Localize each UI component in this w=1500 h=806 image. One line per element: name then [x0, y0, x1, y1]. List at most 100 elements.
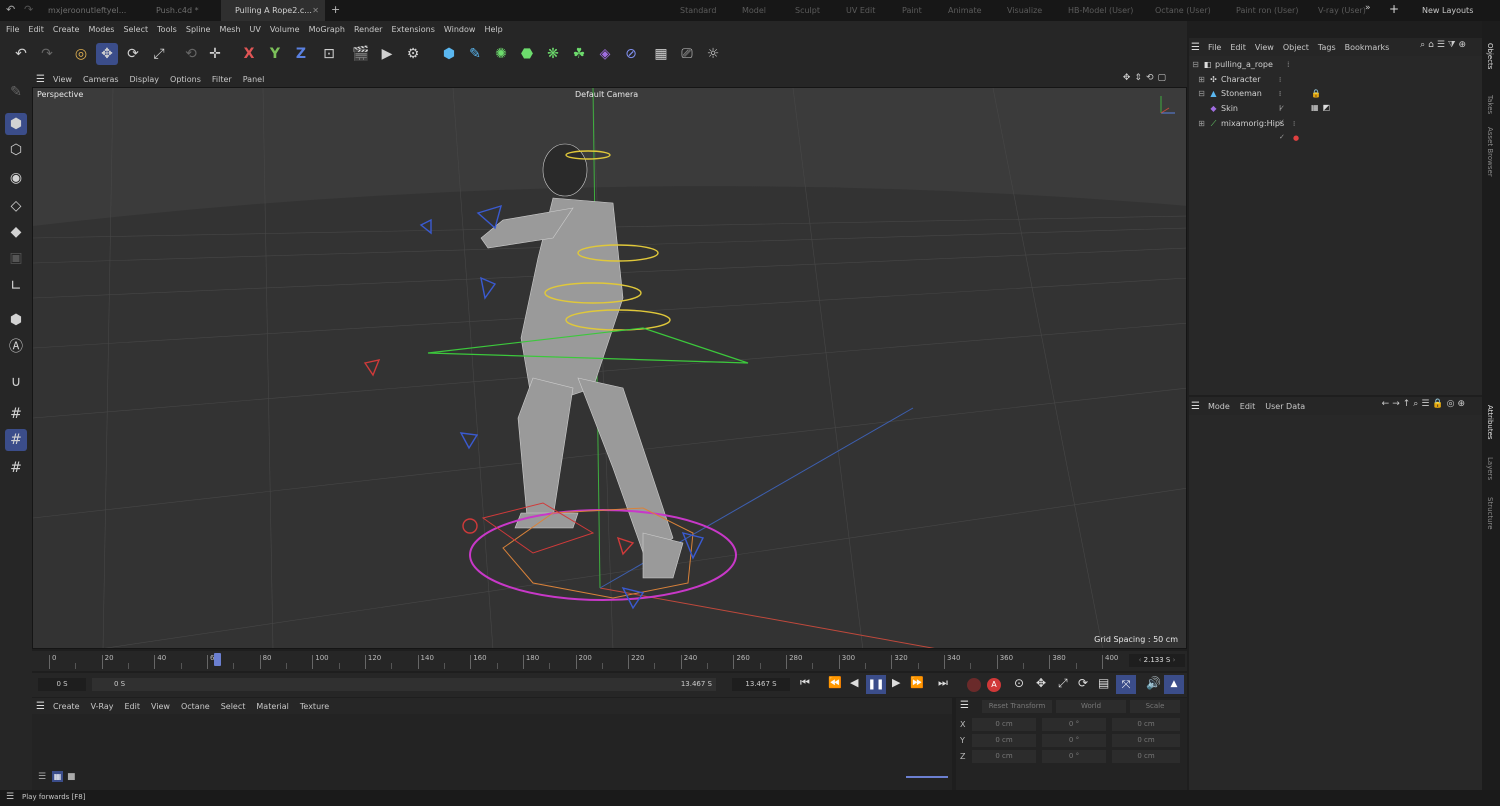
- zoom-slider[interactable]: [906, 776, 948, 778]
- prev-frame-icon[interactable]: ◀: [850, 676, 858, 689]
- viewport-menu-panel[interactable]: Panel: [243, 75, 265, 84]
- extrude-icon[interactable]: ⬣: [516, 43, 538, 65]
- cloner-icon[interactable]: ❋: [542, 43, 564, 65]
- om-menu-view[interactable]: View: [1255, 43, 1274, 52]
- magnet-icon[interactable]: ∪: [5, 371, 27, 393]
- side-tab-layers[interactable]: Layers: [1486, 457, 1494, 480]
- layout-model[interactable]: Model: [742, 0, 766, 21]
- grid-view-icon[interactable]: ▦: [52, 771, 63, 782]
- layout-paint[interactable]: Paint: [902, 0, 922, 21]
- record-keys-icon[interactable]: [967, 678, 981, 692]
- collapse-icon[interactable]: ⊟: [1191, 58, 1200, 72]
- viewport-camera-label[interactable]: Default Camera: [575, 90, 638, 99]
- layout-sculpt[interactable]: Sculpt: [795, 0, 820, 21]
- world-coordinates-icon[interactable]: ⊡: [318, 43, 340, 65]
- edges-mode-icon[interactable]: ◇: [5, 195, 27, 217]
- om-menu-bookmarks[interactable]: Bookmarks: [1345, 43, 1390, 52]
- list-view-icon[interactable]: ☰: [38, 772, 46, 782]
- cube-icon[interactable]: ⬢: [438, 43, 460, 65]
- size-z-field[interactable]: 0 cm: [1112, 750, 1180, 763]
- goto-start-icon[interactable]: ⏮: [800, 676, 810, 690]
- snap-icon[interactable]: Ⓐ: [5, 335, 27, 357]
- status-menu-icon[interactable]: ☰: [6, 792, 14, 802]
- close-icon[interactable]: ✕: [312, 0, 319, 21]
- move-tool-icon[interactable]: ✥: [96, 43, 118, 65]
- add-tab-icon[interactable]: +: [331, 3, 340, 16]
- size-y-field[interactable]: 0 cm: [1112, 734, 1180, 747]
- viewport-menu-view[interactable]: View: [53, 75, 72, 84]
- scale-mode-dropdown[interactable]: Scale: [1130, 700, 1180, 713]
- z-axis-lock-button[interactable]: Z: [290, 43, 312, 65]
- side-tab-takes[interactable]: Takes: [1486, 95, 1494, 114]
- om-menu-tags[interactable]: Tags: [1318, 43, 1336, 52]
- menu-spline[interactable]: Spline: [186, 25, 211, 34]
- material-menu-octane[interactable]: Octane: [181, 702, 210, 711]
- redo-icon[interactable]: ↷: [36, 43, 58, 65]
- menu-volume[interactable]: Volume: [270, 25, 300, 34]
- large-view-icon[interactable]: ■: [67, 772, 76, 782]
- visibility-dots-icon[interactable]: ⁞: [1287, 58, 1290, 72]
- mograph-icon[interactable]: ☘: [568, 43, 590, 65]
- timeline-ruler[interactable]: 0204060801001201401601802002202402602803…: [32, 651, 1187, 671]
- menu-edit[interactable]: Edit: [28, 25, 44, 34]
- menu-window[interactable]: Window: [444, 25, 476, 34]
- tab-document-1[interactable]: mxjeroonutleftyel...: [34, 0, 154, 21]
- polygons-mode-icon[interactable]: ◆: [5, 221, 27, 243]
- om-menu-file[interactable]: File: [1208, 43, 1221, 52]
- tree-item-skin[interactable]: ◆ Skin ⁞ ⁞ ✓: [1209, 102, 1284, 141]
- menu-select[interactable]: Select: [123, 25, 148, 34]
- hamburger-icon[interactable]: ☰: [1191, 42, 1200, 53]
- visibility-dots-icon[interactable]: ⁞ ●: [1293, 117, 1299, 145]
- side-tab-attributes[interactable]: Attributes: [1486, 405, 1494, 440]
- pla-key-icon[interactable]: ⤧: [1116, 675, 1136, 694]
- material-manager-area[interactable]: ☰ ▦ ■: [32, 714, 952, 790]
- tree-item-character[interactable]: ⊞ ✣ Character ⁞ ⁞ ✓: [1197, 73, 1285, 112]
- uv-mode-icon[interactable]: ▣: [5, 247, 27, 269]
- viewport-navigation-icons[interactable]: ✥⇕⟲▢: [1123, 73, 1170, 83]
- object-tags[interactable]: 🔒▦◩: [1311, 87, 1334, 115]
- field-icon[interactable]: ⊘: [620, 43, 642, 65]
- material-menu-edit[interactable]: Edit: [124, 702, 140, 711]
- preview-range-bar[interactable]: 0 S 13.467 S: [92, 678, 716, 691]
- sound-icon[interactable]: 🔊: [1146, 676, 1161, 690]
- current-time-field[interactable]: ‹ 2.133 S ›: [1129, 654, 1185, 667]
- collapse-icon[interactable]: ⊟: [1197, 87, 1206, 101]
- hamburger-icon[interactable]: ☰: [36, 701, 45, 712]
- position-x-field[interactable]: 0 cm: [972, 718, 1036, 731]
- layout-octane[interactable]: Octane (User): [1155, 0, 1211, 21]
- new-layouts-button[interactable]: New Layouts: [1422, 0, 1473, 21]
- material-menu-material[interactable]: Material: [256, 702, 289, 711]
- motion-system-icon[interactable]: ▲: [1164, 675, 1184, 694]
- om-toolbar-icons[interactable]: ⌕⌂☰⧩⊕: [1420, 40, 1469, 50]
- rotate-tool-icon[interactable]: ⟳: [122, 43, 144, 65]
- next-key-icon[interactable]: ⏩: [910, 676, 924, 689]
- position-y-field[interactable]: 0 cm: [972, 734, 1036, 747]
- undo-icon[interactable]: ↶: [6, 3, 15, 16]
- layout-paint-ron[interactable]: Paint ron (User): [1236, 0, 1298, 21]
- side-tab-objects[interactable]: Objects: [1486, 43, 1494, 69]
- menu-create[interactable]: Create: [53, 25, 80, 34]
- subdivision-icon[interactable]: ✺: [490, 43, 512, 65]
- texture-mode-icon[interactable]: ⬡: [5, 139, 27, 161]
- make-editable-icon[interactable]: ✎: [5, 81, 27, 103]
- tree-item-hips[interactable]: ⊞ ⟋ mixamorig:Hips ⁞ ●: [1197, 117, 1299, 142]
- menu-mesh[interactable]: Mesh: [219, 25, 240, 34]
- grid-snap-icon[interactable]: #: [5, 429, 27, 451]
- material-menu-texture[interactable]: Texture: [300, 702, 329, 711]
- model-mode-icon[interactable]: ⬢: [5, 113, 27, 135]
- layouts-chevron-icon[interactable]: »: [1365, 3, 1371, 13]
- tab-document-2[interactable]: Push.c4d *: [142, 0, 230, 21]
- keyframe-selection-icon[interactable]: ⊙: [1014, 676, 1024, 690]
- attr-menu-edit[interactable]: Edit: [1240, 402, 1256, 411]
- attr-menu-user-data[interactable]: User Data: [1265, 402, 1305, 411]
- material-menu-select[interactable]: Select: [221, 702, 246, 711]
- viewport-menu-cameras[interactable]: Cameras: [83, 75, 119, 84]
- viewport-menu-filter[interactable]: Filter: [212, 75, 232, 84]
- timeline-playhead[interactable]: [214, 653, 222, 666]
- layout-standard[interactable]: Standard: [680, 0, 716, 21]
- material-menu-create[interactable]: Create: [53, 702, 80, 711]
- menu-tools[interactable]: Tools: [157, 25, 177, 34]
- x-axis-lock-button[interactable]: X: [238, 43, 260, 65]
- om-menu-object[interactable]: Object: [1283, 43, 1309, 52]
- menu-help[interactable]: Help: [484, 25, 502, 34]
